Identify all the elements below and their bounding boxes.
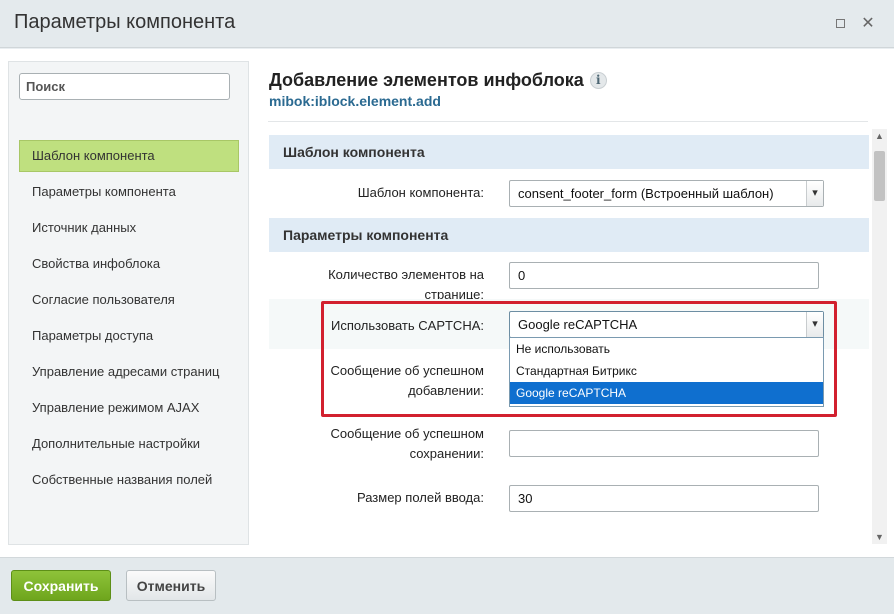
highlight-box	[321, 301, 837, 417]
dialog-footer: Сохранить Отменить	[0, 557, 894, 614]
chevron-down-icon[interactable]: ▾	[806, 181, 823, 206]
page-title-text: Добавление элементов инфоблока	[269, 70, 584, 90]
sidebar-item-template[interactable]: Шаблон компонента	[19, 140, 239, 172]
sidebar-item-additional-settings[interactable]: Дополнительные настройки	[19, 428, 239, 464]
success-save-input[interactable]	[509, 430, 819, 457]
scroll-up-icon[interactable]: ▲	[872, 129, 887, 143]
input-size-label: Размер полей ввода:	[356, 490, 484, 505]
cancel-button[interactable]: Отменить	[126, 570, 216, 601]
divider	[268, 121, 868, 122]
sidebar-item-ajax-mode[interactable]: Управление режимом AJAX	[19, 392, 239, 428]
template-label: Шаблон компонента:	[357, 185, 484, 200]
template-select[interactable]: consent_footer_form (Встроенный шаблон) …	[509, 180, 824, 207]
sidebar-item-user-consent[interactable]: Согласие пользователя	[19, 284, 239, 320]
sidebar-item-field-names[interactable]: Собственные названия полей	[19, 464, 239, 500]
sidebar-item-access-params[interactable]: Параметры доступа	[19, 320, 239, 356]
sidebar-item-data-source[interactable]: Источник данных	[19, 212, 239, 248]
success-save-label-1: Сообщение об успешном	[330, 426, 484, 441]
info-icon[interactable]: i	[589, 72, 607, 89]
dialog-content: Шаблон компонента Параметры компонента И…	[0, 49, 894, 557]
sidebar-item-url-management[interactable]: Управление адресами страниц	[19, 356, 239, 392]
dialog-title: Параметры компонента	[14, 11, 236, 33]
success-save-label-2: сохранении:	[409, 446, 484, 461]
sidebar: Шаблон компонента Параметры компонента И…	[8, 61, 249, 545]
section-header-template: Шаблон компонента	[269, 135, 869, 169]
component-code: mibok:iblock.element.add	[269, 93, 441, 109]
scrollbar-thumb[interactable]	[874, 151, 885, 201]
main-panel: Добавление элементов инфоблока i mibok:ib…	[268, 49, 884, 557]
search-input[interactable]	[19, 73, 230, 100]
close-icon[interactable]: ✕	[860, 16, 876, 32]
dialog-titlebar: Параметры компонента ✕	[0, 0, 894, 48]
scroll-down-icon[interactable]: ▼	[872, 530, 887, 544]
elements-count-input[interactable]: 0	[509, 262, 819, 289]
sidebar-item-iblock-properties[interactable]: Свойства инфоблока	[19, 248, 239, 284]
scrollbar[interactable]: ▲ ▼	[872, 129, 887, 544]
sidebar-nav: Шаблон компонента Параметры компонента И…	[19, 140, 239, 500]
maximize-icon[interactable]	[832, 16, 848, 32]
save-button[interactable]: Сохранить	[11, 570, 111, 601]
page-title: Добавление элементов инфоблока i	[269, 70, 607, 91]
sidebar-item-component-params[interactable]: Параметры компонента	[19, 176, 239, 212]
input-size-input[interactable]: 30	[509, 485, 819, 512]
template-select-value: consent_footer_form (Встроенный шаблон)	[518, 186, 774, 201]
section-header-params: Параметры компонента	[269, 218, 869, 252]
